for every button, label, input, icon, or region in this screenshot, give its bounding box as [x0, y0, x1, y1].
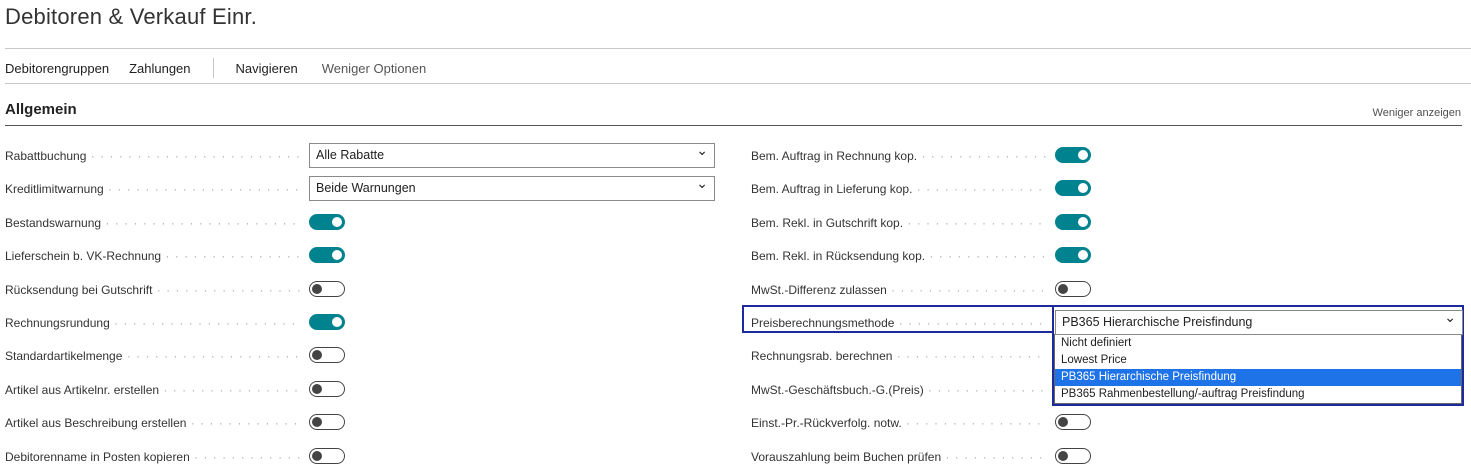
- page-title: Debitoren & Verkauf Einr.: [5, 4, 258, 29]
- toggle-switch[interactable]: [1055, 180, 1091, 197]
- field-rechnungsrab-berechnen: Rechnungsrab. berechnen: [0, 343, 1471, 369]
- select-preisberechnungsmethode[interactable]: PB365 Hierarchische Preisfindung ⌄: [1055, 309, 1463, 335]
- select-value: PB365 Hierarchische Preisfindung: [1062, 315, 1253, 329]
- divider: [5, 48, 1471, 49]
- section-underline: [5, 125, 1462, 126]
- action-weniger-optionen[interactable]: Weniger Optionen: [322, 61, 427, 76]
- section-title: Allgemein: [5, 101, 77, 118]
- toggle-switch[interactable]: [1055, 280, 1091, 297]
- action-separator: [212, 58, 214, 78]
- toggle-switch[interactable]: [1055, 414, 1091, 431]
- field-label: Bem. Auftrag in Lieferung kop.: [751, 176, 1047, 202]
- field-einst-pr-rueckverfolg-notw: Einst.-Pr.-Rückverfolg. notw.: [0, 410, 1471, 436]
- field-label: MwSt.-Differenz zulassen: [751, 277, 1047, 303]
- toggle-switch[interactable]: [1055, 447, 1091, 464]
- action-navigieren[interactable]: Navigieren: [236, 61, 298, 76]
- field-label: Einst.-Pr.-Rückverfolg. notw.: [751, 410, 1047, 436]
- field-label: Bem. Rekl. in Rücksendung kop.: [751, 243, 1047, 269]
- field-mwst-differenz-zulassen: MwSt.-Differenz zulassen: [0, 277, 1471, 303]
- toggle-switch[interactable]: [1055, 213, 1091, 230]
- action-zahlungen[interactable]: Zahlungen: [129, 61, 190, 76]
- field-bem-auftrag-in-lieferung-kop: Bem. Auftrag in Lieferung kop.: [0, 176, 1471, 202]
- toggle-switch[interactable]: [1055, 147, 1091, 163]
- field-label: Vorauszahlung beim Buchen prüfen: [751, 444, 1047, 470]
- field-label: Rechnungsrab. berechnen: [751, 343, 1047, 369]
- toggle-switch[interactable]: [1055, 247, 1091, 264]
- field-label: MwSt.-Geschäftsbuch.-G.(Preis): [751, 377, 1047, 403]
- field-label: Bem. Auftrag in Rechnung kop.: [751, 143, 1047, 169]
- field-vorauszahlung-beim-buchen-pruefen: Vorauszahlung beim Buchen prüfen: [0, 444, 1471, 470]
- field-bem-rekl-in-ruecksendung-kop: Bem. Rekl. in Rücksendung kop.: [0, 243, 1471, 269]
- field-mwst-geschaeftsbuch-g-preis: MwSt.-Geschäftsbuch.-G.(Preis): [0, 377, 1471, 403]
- field-label: Preisberechnungsmethode: [751, 310, 1047, 336]
- show-less-link[interactable]: Weniger anzeigen: [1373, 107, 1461, 119]
- field-bem-auftrag-in-rechnung-kop: Bem. Auftrag in Rechnung kop.: [0, 143, 1471, 169]
- field-label: Bem. Rekl. in Gutschrift kop.: [751, 210, 1047, 236]
- chevron-down-icon: ⌄: [1444, 309, 1456, 325]
- action-bar: Debitorengruppen Zahlungen Navigieren We…: [5, 58, 426, 78]
- action-debitorengruppen[interactable]: Debitorengruppen: [5, 61, 109, 76]
- field-bem-rekl-in-gutschrift-kop: Bem. Rekl. in Gutschrift kop.: [0, 210, 1471, 236]
- divider: [5, 83, 1471, 84]
- field-preisberechnungsmethode: Preisberechnungsmethode PB365 Hierarchisc…: [0, 309, 1471, 336]
